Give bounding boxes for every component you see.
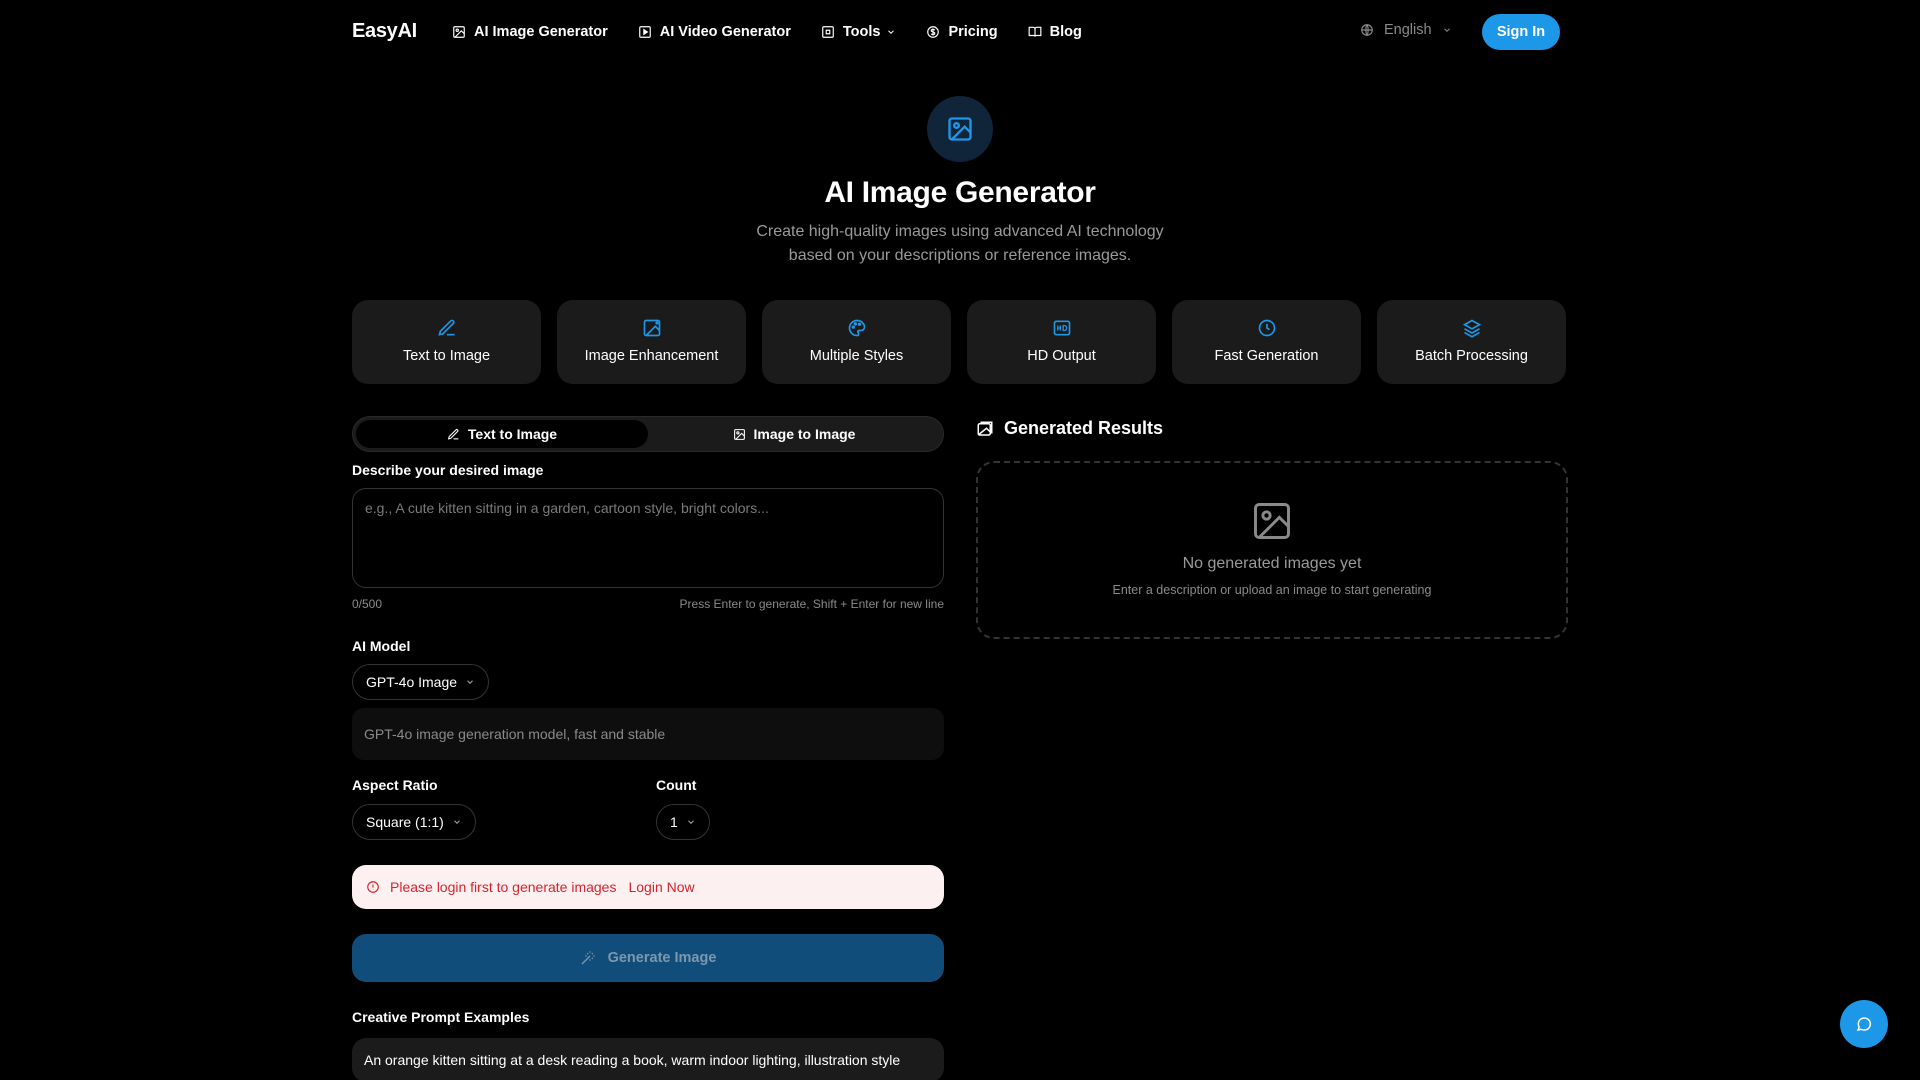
aspect-ratio-select[interactable]: Square (1:1) [352,804,476,840]
main-nav: AI Image Generator AI Video Generator To… [452,22,1112,42]
feature-card-hd-output[interactable]: HD Output [967,300,1156,384]
nav-tools[interactable]: Tools [821,22,897,42]
feature-label: Batch Processing [1415,348,1528,364]
image-enhance-icon [643,319,660,337]
nav-label: Tools [842,24,881,40]
chat-bubble-icon [1856,1017,1872,1032]
feature-label: HD Output [1027,348,1096,364]
chevron-down-icon [453,820,460,824]
prompt-example[interactable]: An orange kitten sitting at a desk readi… [352,1038,944,1080]
empty-title: No generated images yet [1182,555,1362,572]
language-selector[interactable]: English [1360,22,1452,38]
tab-text-to-image[interactable]: Text to Image [356,420,648,448]
globe-icon [1361,24,1373,36]
hero-image-icon-badge [927,96,993,162]
chevron-down-icon [687,820,694,824]
nav-pricing[interactable]: Pricing [926,22,998,42]
hd-icon [1053,320,1070,336]
generate-image-button[interactable]: Generate Image [352,934,944,982]
image-icon [733,428,745,440]
aspect-ratio-value: Square (1:1) [366,814,444,830]
tab-image-to-image[interactable]: Image to Image [648,420,940,448]
feature-card-batch-processing[interactable]: Batch Processing [1377,300,1566,384]
dollar-icon [927,26,940,38]
examples-label: Creative Prompt Examples [352,1009,530,1025]
feature-label: Text to Image [402,348,491,364]
model-description: GPT-4o image generation model, fast and … [352,708,944,760]
language-label: English [1384,22,1432,38]
feature-card-fast-generation[interactable]: Fast Generation [1172,300,1361,384]
chevron-down-icon [1443,28,1450,32]
alert-message: Please login first to generate images [390,879,617,895]
feature-card-image-enhancement[interactable]: Image Enhancement [557,300,746,384]
nav-label: AI Image Generator [474,24,608,40]
generate-button-label: Generate Image [607,950,717,966]
pencil-icon [437,319,455,336]
results-header: Generated Results [976,418,1163,439]
feature-card-multiple-styles[interactable]: Multiple Styles [762,300,951,384]
chevron-down-icon [888,30,895,34]
tab-label: Image to Image [753,426,856,442]
gallery-icon [977,421,993,436]
prompt-label: Describe your desired image [352,462,544,478]
model-select[interactable]: GPT-4o Image [352,664,490,700]
login-alert: Please login first to generate images Lo… [352,865,944,909]
nav-blog[interactable]: Blog [1028,22,1082,42]
layers-icon [1462,319,1481,338]
nav-label: AI Video Generator [659,24,791,40]
aspect-ratio-label: Aspect Ratio [352,777,438,793]
prompt-input[interactable] [352,488,944,588]
clock-icon [1258,319,1275,337]
book-icon [1028,26,1042,37]
image-placeholder-icon [1254,503,1290,539]
alert-circle-icon [367,881,379,893]
count-value: 1 [670,814,678,830]
results-empty-state: No generated images yet Enter a descript… [976,461,1568,639]
tools-icon [822,26,834,38]
mode-toggle: Text to Image Image to Image [352,416,944,452]
sign-in-button[interactable]: Sign In [1482,14,1560,50]
character-counter: 0/500 [352,597,383,611]
feature-label: Image Enhancement [584,348,719,364]
count-label: Count [656,777,697,793]
results-title: Generated Results [1004,418,1164,438]
logo[interactable]: EasyAI [352,20,417,43]
feature-label: Multiple Styles [809,348,904,364]
wand-icon [581,951,595,965]
page-title: AI Image Generator [824,176,1096,209]
nav-ai-image-generator[interactable]: AI Image Generator [452,22,608,42]
top-navbar: EasyAI AI Image Generator AI Video Gener… [0,0,1920,64]
chat-support-button[interactable] [1840,1000,1888,1048]
nav-ai-video-generator[interactable]: AI Video Generator [638,22,791,42]
video-icon [638,26,651,38]
model-select-value: GPT-4o Image [366,674,458,690]
palette-icon [848,319,865,337]
model-label: AI Model [352,638,411,654]
keyboard-hint: Press Enter to generate, Shift + Enter f… [679,597,944,611]
pencil-icon [447,428,459,440]
feature-cards: Text to Image Image Enhancement Multiple… [352,300,1566,384]
feature-label: Fast Generation [1214,348,1319,364]
chevron-down-icon [467,680,473,684]
login-now-link[interactable]: Login Now [628,879,694,895]
page-subtitle: Create high-quality images using advance… [0,220,1920,268]
subtitle-line-1: Create high-quality images using advance… [756,223,1164,240]
feature-card-text-to-image[interactable]: Text to Image [352,300,541,384]
nav-label: Blog [1049,24,1082,40]
count-select[interactable]: 1 [656,804,710,840]
image-icon [948,117,972,141]
subtitle-line-2: based on your descriptions or reference … [788,247,1132,264]
nav-label: Pricing [948,24,998,40]
image-icon [453,26,465,38]
tab-label: Text to Image [467,426,558,442]
empty-subtitle: Enter a description or upload an image t… [1112,583,1432,597]
